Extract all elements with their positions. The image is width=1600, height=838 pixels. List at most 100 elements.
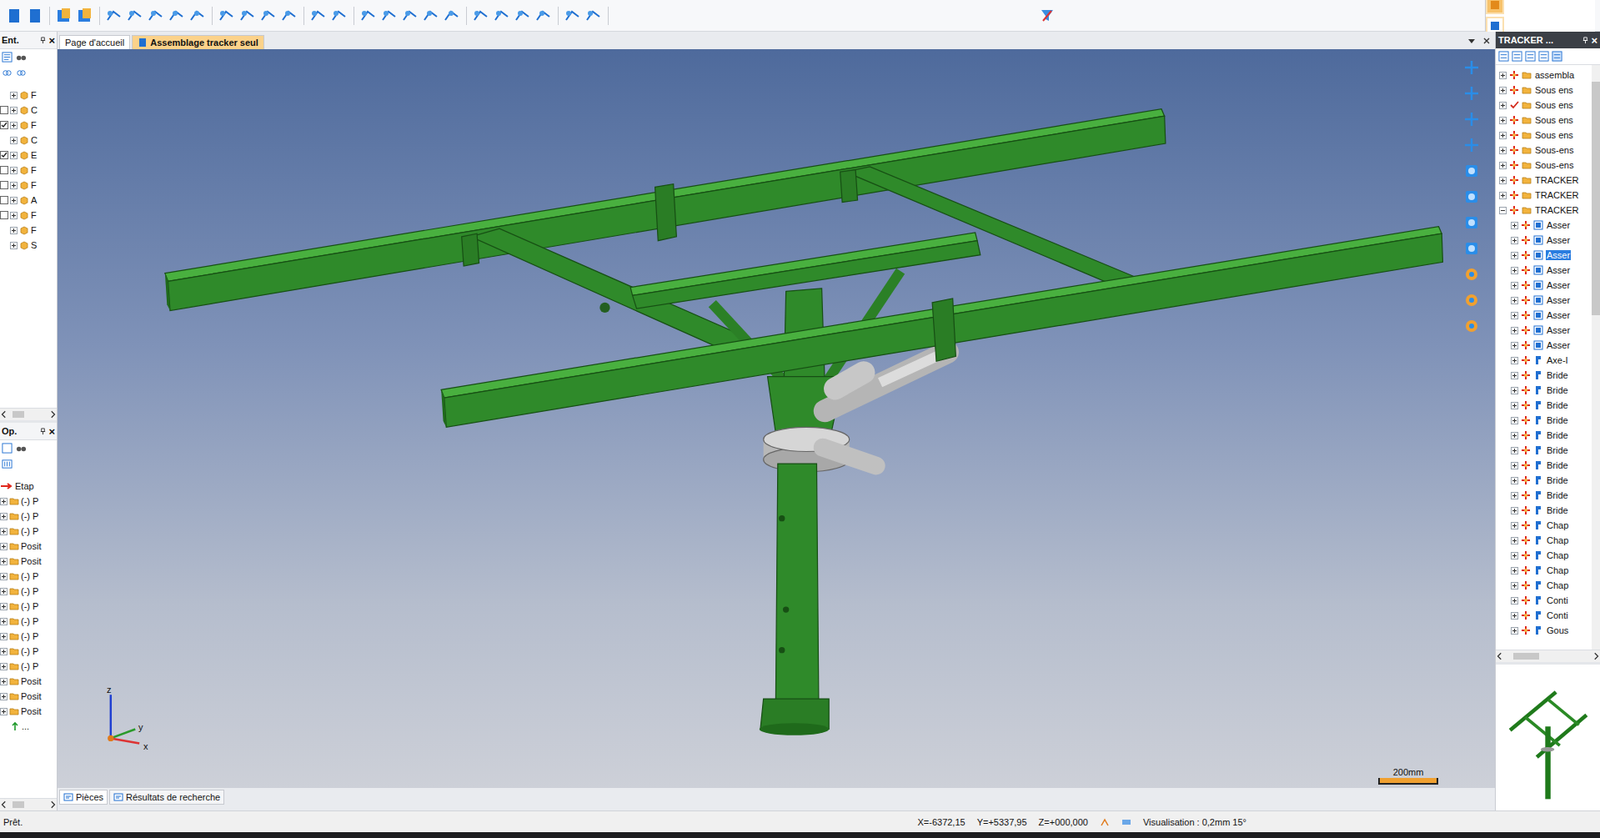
expander-icon[interactable]: [1510, 431, 1519, 440]
expander-icon[interactable]: [1510, 491, 1519, 500]
view-tool-icon[interactable]: [1463, 85, 1480, 102]
scroll-left-icon[interactable]: [0, 800, 9, 809]
tool-icon[interactable]: [359, 6, 378, 26]
checkbox[interactable]: [0, 210, 9, 220]
tree-item[interactable]: Bride: [1495, 397, 1592, 413]
view-tool-icon[interactable]: [1463, 265, 1480, 283]
tree-item[interactable]: Asser: [1495, 217, 1592, 233]
tool-icon[interactable]: [280, 6, 299, 26]
snap-icon[interactable]: [1099, 817, 1110, 828]
tool-icon[interactable]: [259, 6, 278, 26]
expander-icon[interactable]: [0, 647, 8, 656]
horizontal-scrollbar[interactable]: [0, 797, 57, 811]
tree-item[interactable]: Asser: [1495, 277, 1592, 293]
tree-item[interactable]: Chap: [1495, 517, 1592, 533]
tree-item[interactable]: Asser: [1495, 262, 1592, 278]
tab-list-icon[interactable]: [1467, 36, 1476, 46]
expander-icon[interactable]: [0, 707, 8, 716]
expander-icon[interactable]: [1510, 551, 1519, 560]
tool-icon[interactable]: [217, 6, 236, 26]
operation-item[interactable]: Posit: [0, 553, 57, 569]
operation-item[interactable]: (-) P: [0, 598, 57, 614]
expander-icon[interactable]: [1499, 161, 1507, 170]
expander-icon[interactable]: [0, 557, 8, 566]
pin-icon[interactable]: [39, 427, 47, 436]
operation-item[interactable]: Posit: [0, 703, 57, 719]
tree-item[interactable]: Gous: [1495, 622, 1592, 638]
view-icon[interactable]: [1, 442, 13, 454]
operation-item[interactable]: (-) P: [0, 508, 57, 524]
close-button[interactable]: ×: [1590, 35, 1598, 46]
expander-icon[interactable]: [1510, 461, 1519, 470]
view-tool-icon[interactable]: [1463, 136, 1480, 154]
expander-icon[interactable]: [1510, 521, 1519, 530]
view-tool-icon[interactable]: [1463, 162, 1480, 180]
expander-icon[interactable]: [1510, 581, 1519, 590]
expander-icon[interactable]: [0, 677, 8, 686]
checkbox[interactable]: [0, 165, 9, 175]
entity-item[interactable]: E: [0, 147, 57, 163]
expander-icon[interactable]: [1510, 566, 1519, 575]
tree-item[interactable]: Chap: [1495, 562, 1592, 578]
expander-icon[interactable]: [1510, 326, 1519, 335]
tree-item[interactable]: Axe-I: [1495, 352, 1592, 368]
tool-icon[interactable]: [188, 6, 207, 26]
pin-icon[interactable]: [1581, 36, 1590, 45]
tree-item[interactable]: Asser: [1495, 247, 1592, 263]
filter-icon[interactable]: [1038, 6, 1057, 26]
unlink-icon[interactable]: [15, 67, 27, 79]
tree-item[interactable]: Sous ens: [1495, 127, 1592, 143]
tree-item[interactable]: Bride: [1495, 487, 1592, 503]
expander-icon[interactable]: [10, 121, 18, 130]
expander-icon[interactable]: [1499, 146, 1507, 155]
expander-icon[interactable]: [1510, 386, 1519, 395]
tool-icon[interactable]: [563, 6, 582, 26]
tool-icon[interactable]: [105, 6, 124, 26]
expander-icon[interactable]: [1510, 236, 1519, 245]
operation-item[interactable]: (-) P: [0, 583, 57, 599]
scroll-left-icon[interactable]: [1495, 652, 1505, 661]
expander-icon[interactable]: [1499, 191, 1507, 200]
tool-icon[interactable]: [584, 6, 603, 26]
bottom-tab[interactable]: Résultats de recherche: [109, 789, 225, 805]
expander-icon[interactable]: [1510, 626, 1519, 635]
expander-icon[interactable]: [1510, 611, 1519, 620]
expander-icon[interactable]: [0, 587, 8, 596]
entity-item[interactable]: F: [0, 222, 57, 238]
list-icon[interactable]: [1, 458, 13, 470]
expander-icon[interactable]: [10, 196, 18, 205]
operation-item[interactable]: Posit: [0, 538, 57, 554]
tree-tool-icon[interactable]: [1511, 50, 1523, 62]
scroll-right-icon[interactable]: [48, 410, 57, 419]
expander-icon[interactable]: [1510, 281, 1519, 290]
tree-item[interactable]: TRACKER: [1495, 172, 1592, 188]
expander-icon[interactable]: [1510, 311, 1519, 320]
tree-item[interactable]: Bride: [1495, 427, 1592, 443]
expander-icon[interactable]: [1510, 221, 1519, 230]
expander-icon[interactable]: [1510, 371, 1519, 380]
operation-item[interactable]: (-) P: [0, 568, 57, 584]
tree-item[interactable]: Bride: [1495, 442, 1592, 458]
tree-item[interactable]: TRACKER: [1495, 202, 1592, 218]
expander-icon[interactable]: [1510, 476, 1519, 485]
display-icon[interactable]: [1121, 817, 1132, 828]
expander-icon[interactable]: [10, 136, 18, 145]
operation-item[interactable]: ...: [0, 718, 57, 734]
expander-icon[interactable]: [10, 211, 18, 220]
tree-item[interactable]: Bride: [1495, 457, 1592, 473]
tool-icon[interactable]: [309, 6, 328, 26]
tool-icon[interactable]: [238, 6, 257, 26]
view-tool-icon[interactable]: [1463, 214, 1480, 231]
operation-item[interactable]: Posit: [0, 688, 57, 704]
tool-icon[interactable]: [146, 6, 166, 26]
expander-icon[interactable]: [1510, 446, 1519, 455]
expander-icon[interactable]: [1510, 416, 1519, 425]
entity-item[interactable]: A: [0, 192, 57, 208]
expander-icon[interactable]: [0, 602, 8, 611]
expander-icon[interactable]: [1499, 131, 1507, 140]
tool-icon[interactable]: [513, 6, 532, 26]
expander-icon[interactable]: [0, 662, 8, 671]
binoculars-icon[interactable]: [15, 51, 27, 63]
expander-icon[interactable]: [0, 617, 8, 626]
operation-item[interactable]: (-) P: [0, 613, 57, 629]
